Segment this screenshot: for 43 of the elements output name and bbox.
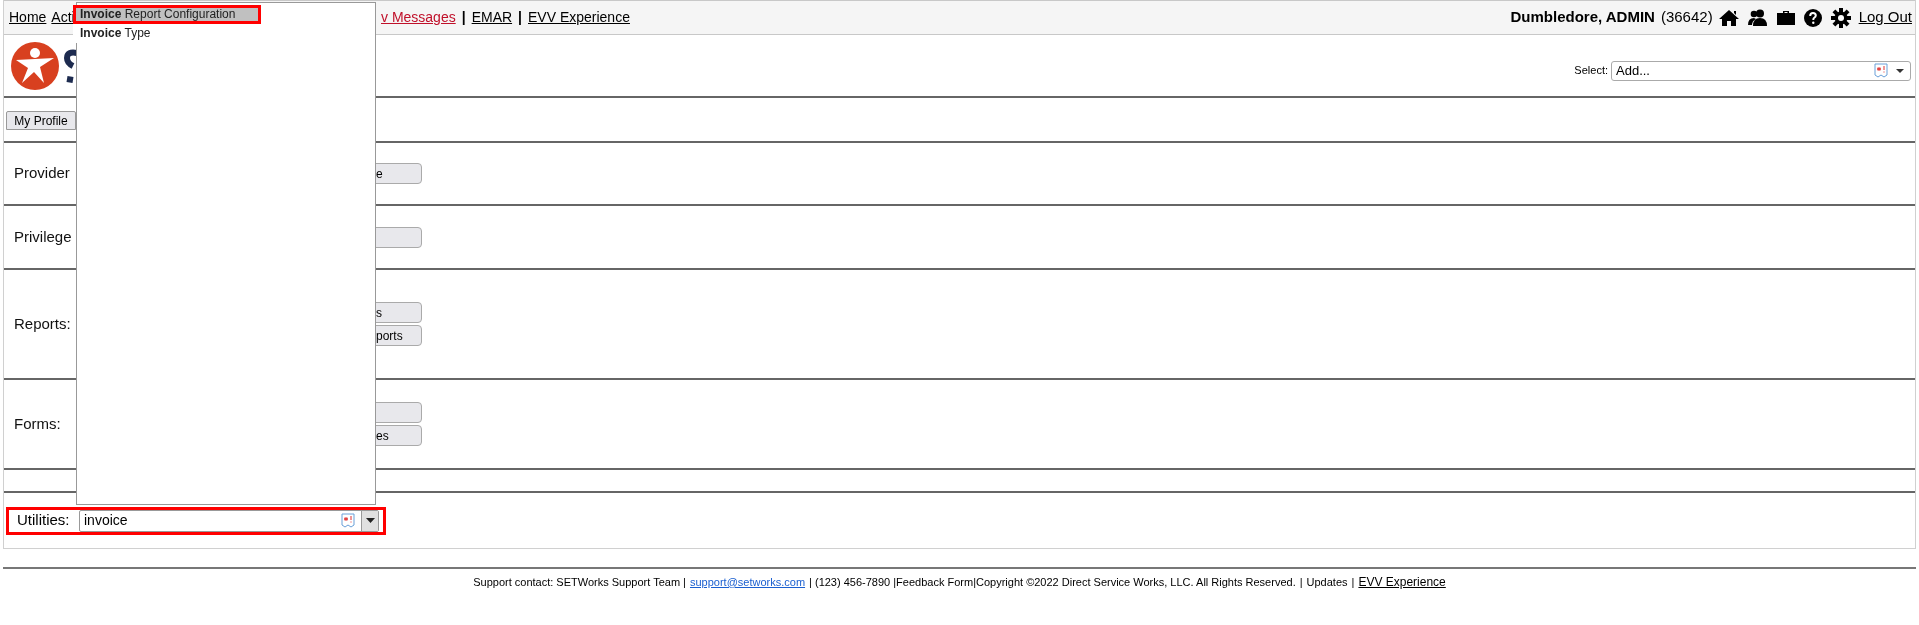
- home-icon[interactable]: [1718, 8, 1739, 27]
- user-name: Dumbledore, ADMIN: [1510, 7, 1655, 28]
- footer-text: | (123) 456-7890 |Feedback Form|Copyright ©2022 Direct Service Works, LLC. All Rights Reserved.: [809, 574, 1296, 590]
- email-link[interactable]: support@setworks.com: [689, 573, 806, 591]
- logout-link[interactable]: Log Out: [1858, 6, 1912, 29]
- nav-link[interactable]: v Messages: [381, 7, 456, 28]
- section-button[interactable]: [374, 402, 422, 423]
- footer-link[interactable]: EVV Experience: [1358, 573, 1446, 591]
- separator: |: [518, 8, 522, 27]
- briefcase-icon[interactable]: [1776, 9, 1795, 26]
- footer-text: Support contact: SETWorks Support Team |: [473, 574, 686, 590]
- logo-fragment: [63, 48, 77, 83]
- section-button[interactable]: s: [374, 302, 422, 323]
- footer-text: |: [1299, 574, 1303, 590]
- suggestion-item[interactable]: Invoice Report Configuration: [73, 5, 261, 24]
- required-icon: [341, 513, 355, 528]
- select-label: Select:: [1574, 63, 1608, 79]
- section-button[interactable]: [374, 226, 422, 248]
- user-id: (36642): [1660, 7, 1713, 28]
- my-profile-button[interactable]: My Profile: [6, 111, 76, 130]
- nav-link[interactable]: Home: [9, 7, 47, 28]
- logo-icon: [10, 40, 60, 91]
- nav-link[interactable]: EMAR: [471, 7, 513, 28]
- section-label: Provider: [13, 163, 71, 184]
- people-icon[interactable]: [1747, 8, 1768, 27]
- section-label: Forms:: [13, 413, 62, 434]
- section-label: Reports:: [13, 313, 72, 334]
- separator: |: [461, 8, 466, 27]
- updates-link[interactable]: Updates: [1306, 573, 1348, 591]
- utilities-combobox[interactable]: invoice: [79, 509, 379, 532]
- section-button[interactable]: es: [374, 425, 422, 446]
- dropdown-arrow-button[interactable]: [361, 510, 378, 531]
- section-label: Privilege: [13, 226, 73, 247]
- utilities-label: Utilities:: [17, 510, 71, 531]
- required-icon: [1874, 63, 1888, 78]
- section-button[interactable]: e: [374, 163, 422, 184]
- help-icon[interactable]: [1803, 8, 1822, 27]
- select-dropdown[interactable]: Add...: [1611, 60, 1911, 81]
- nav-link[interactable]: EVV Experience: [528, 7, 630, 28]
- footer-text: |: [1351, 574, 1355, 590]
- settings-icon[interactable]: [1830, 7, 1851, 28]
- section-button[interactable]: ports: [374, 325, 422, 346]
- caret-icon: [365, 518, 375, 523]
